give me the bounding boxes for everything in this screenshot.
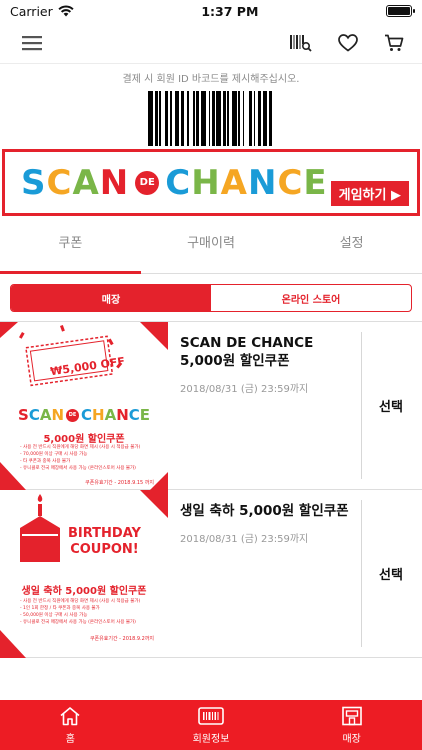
wifi-icon: [58, 5, 74, 17]
tabbar-home-label: 홈: [65, 733, 75, 745]
birthday-title-line2: COUPON!: [70, 542, 139, 557]
coupon-image: ₩5,000 OFF SCAN DE CHANCE 5,000원 할인쿠폰 - …: [0, 322, 168, 490]
coupon-name: 생일 축하 5,000원 할인쿠폰: [180, 503, 349, 519]
segment-online-store[interactable]: 온라인 스토어: [211, 285, 411, 311]
coupon-thumb-subtitle: 생일 축하 5,000원 할인쿠폰: [21, 586, 147, 597]
banner-title-de: DE: [135, 170, 160, 195]
coupon-info: SCAN DE CHANCE 5,000원 할인쿠폰 2018/08/31 (금…: [168, 322, 360, 489]
tab-settings[interactable]: 설정: [281, 224, 422, 273]
tabbar-store-label: 매장: [342, 733, 361, 745]
tab-coupon[interactable]: 쿠폰: [0, 224, 141, 274]
coupon-thumb-validity: 쿠폰유효기간 - 2018.9.2까지: [89, 636, 154, 642]
scan-de-chance-banner[interactable]: SCAN DE CHANCE 게임하기 ▶: [2, 149, 420, 216]
coupon-expiry: 2018/08/31 (금) 23:59까지: [180, 534, 309, 545]
hamburger-icon[interactable]: [22, 35, 42, 51]
tabbar-member-info-label: 회원정보: [192, 733, 230, 745]
cart-icon[interactable]: [384, 34, 404, 52]
clock: 1:37 PM: [201, 3, 259, 19]
tabbar-home[interactable]: 홈: [0, 700, 141, 750]
coupon-thumb-title-scan: SCAN: [18, 406, 64, 424]
coupon-info: 생일 축하 5,000원 할인쿠폰 2018/08/31 (금) 23:59까지: [168, 490, 360, 657]
heart-icon[interactable]: [338, 33, 358, 52]
birthday-coupon-graphic: [0, 490, 168, 658]
coupon-thumb-notes: - 사용 전 반드시 직원에게 해당 화면 제시 (사용 시 적용급 불가) -…: [20, 599, 141, 625]
member-barcode-panel: 결제 시 회원 ID 바코드를 제시해주십시오.: [0, 64, 422, 149]
barcode-bar: [272, 91, 274, 146]
divider: [361, 500, 362, 647]
banner-title-scan: SCAN: [21, 162, 130, 203]
coupon-list: ₩5,000 OFF SCAN DE CHANCE 5,000원 할인쿠폰 - …: [0, 321, 422, 658]
barcode-search-icon[interactable]: [290, 34, 312, 52]
store-icon: [341, 706, 362, 725]
coupon-thumb-subtitle: 5,000원 할인쿠폰: [43, 434, 125, 445]
status-bar: Carrier 1:37 PM: [0, 0, 422, 22]
coupon-thumb-title-de: DE: [66, 408, 79, 422]
banner-title: SCAN DE CHANCE: [21, 163, 328, 203]
coupon-thumb-notes: - 사용 전 반드시 직원에게 해당 화면 제시 (사용 시 적용급 불가) -…: [20, 445, 141, 471]
divider: [361, 332, 362, 479]
select-coupon-button[interactable]: 선택: [360, 490, 422, 657]
top-nav: [0, 22, 422, 64]
section-tabs: 쿠폰 구매이력 설정: [0, 224, 422, 274]
app-screen: Carrier 1:37 PM 결제 시 회원 ID 바코드를 제시해주십시오.…: [0, 0, 422, 750]
coupon-thumb-validity: 쿠폰유효기간 - 2018.9.15 까지: [85, 480, 154, 486]
coupon-name: SCAN DE CHANCE 5,000원 할인쿠폰: [180, 335, 314, 369]
coupon-expiry: 2018/08/31 (금) 23:59까지: [180, 384, 309, 395]
list-item[interactable]: ₩5,000 OFF SCAN DE CHANCE 5,000원 할인쿠폰 - …: [0, 322, 422, 490]
list-item[interactable]: BIRTHDAY COUPON! 생일 축하 5,000원 할인쿠폰 - 사용 …: [0, 490, 422, 658]
member-card-icon: [198, 706, 224, 725]
select-coupon-button[interactable]: 선택: [360, 322, 422, 489]
play-game-button[interactable]: 게임하기 ▶: [330, 181, 409, 206]
tabbar-store[interactable]: 매장: [281, 700, 422, 750]
battery-icon: [385, 5, 415, 17]
tab-purchase-history[interactable]: 구매이력: [141, 224, 282, 273]
coupon-thumb-title: SCAN DE CHANCE: [18, 406, 150, 424]
birthday-title-line1: BIRTHDAY: [68, 526, 141, 541]
birthday-title: BIRTHDAY COUPON!: [68, 526, 141, 558]
barcode-hint: 결제 시 회원 ID 바코드를 제시해주십시오.: [122, 74, 300, 85]
coupon-image: BIRTHDAY COUPON! 생일 축하 5,000원 할인쿠폰 - 사용 …: [0, 490, 168, 658]
tabbar-member-info[interactable]: 회원정보: [141, 700, 282, 750]
segment-store[interactable]: 매장: [11, 285, 211, 311]
coupon-channel-toggle: 매장 온라인 스토어: [10, 284, 412, 312]
banner-title-chance: CHANCE: [165, 162, 328, 203]
member-barcode: [0, 91, 422, 146]
carrier-label: Carrier: [10, 3, 53, 19]
bottom-tab-bar: 홈 회원정보 매장: [0, 700, 422, 750]
home-icon: [60, 706, 80, 725]
coupon-thumb-title-chance: CHANCE: [81, 406, 151, 424]
